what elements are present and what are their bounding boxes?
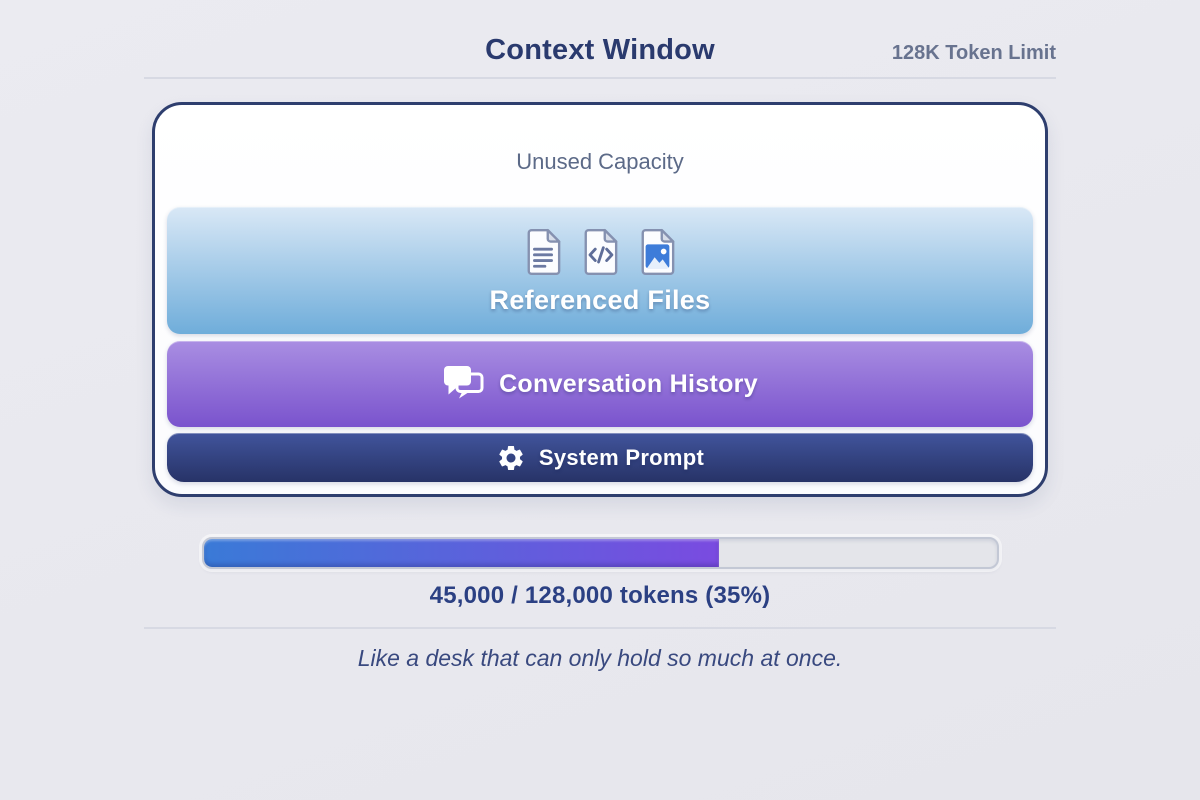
image-file-icon [638, 228, 676, 276]
header: Context Window 128K Token Limit [144, 0, 1056, 79]
section-label: Conversation History [499, 370, 758, 399]
doc-file-icon [524, 228, 562, 276]
usage-label: 45,000 / 128,000 tokens (35%) [144, 582, 1056, 610]
section-label: Referenced Files [490, 285, 711, 316]
caption-text: Like a desk that can only hold so much a… [144, 645, 1056, 672]
context-window-card: Unused Capacity [152, 102, 1048, 497]
chat-bubbles-icon [442, 364, 486, 404]
footer-divider [144, 627, 1056, 629]
usage-bar [202, 537, 999, 569]
section-system-prompt: System Prompt [167, 433, 1033, 482]
usage-bar-fill [204, 539, 719, 567]
token-limit-label: 128K Token Limit [892, 42, 1056, 65]
section-label: System Prompt [539, 445, 704, 471]
page: Context Window 128K Token Limit Unused C… [0, 0, 1200, 800]
gear-icon [496, 443, 526, 473]
section-referenced-files: Referenced Files [167, 207, 1033, 334]
section-conversation-history: Conversation History [167, 341, 1033, 427]
unused-capacity-label: Unused Capacity [167, 117, 1033, 207]
code-file-icon [581, 228, 619, 276]
file-icons-row [524, 228, 676, 276]
